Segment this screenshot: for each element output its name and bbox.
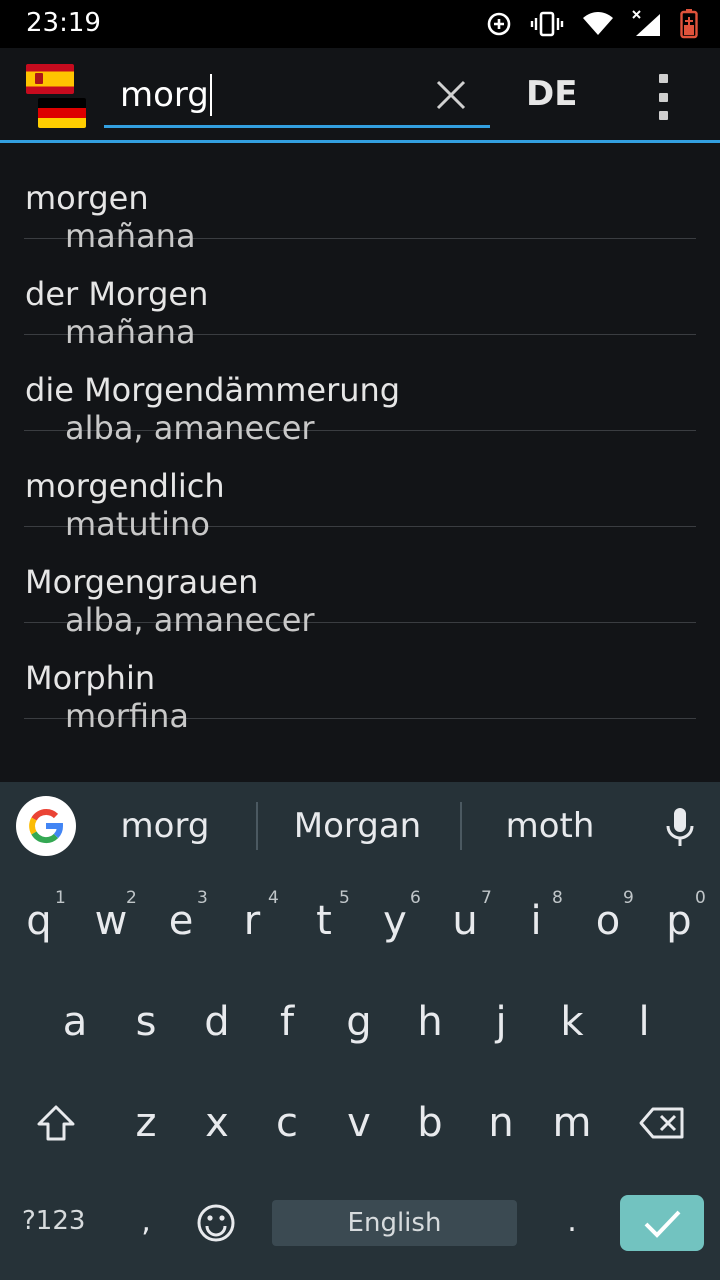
google-logo-icon[interactable]: [16, 796, 76, 856]
key-o[interactable]: o: [572, 872, 644, 970]
backspace-icon: [639, 1107, 684, 1139]
key-k[interactable]: k: [536, 973, 608, 1071]
key-r[interactable]: r: [216, 872, 288, 970]
key-hint: 5: [339, 888, 350, 908]
backspace-key[interactable]: [626, 1074, 698, 1172]
key-x[interactable]: x: [181, 1074, 253, 1172]
key-j[interactable]: j: [465, 973, 537, 1071]
key-z[interactable]: z: [110, 1074, 182, 1172]
key-hint: 7: [481, 888, 492, 908]
key-n[interactable]: n: [465, 1074, 537, 1172]
search-query: morg: [120, 75, 209, 115]
key-u[interactable]: u: [429, 872, 501, 970]
on-screen-keyboard: q w e r t y u i o p 1 2 3 4 5 6 7 8 9 0 …: [0, 872, 720, 1280]
key-i[interactable]: i: [500, 872, 572, 970]
key-m[interactable]: m: [536, 1074, 608, 1172]
list-item[interactable]: morgendlich matutino: [24, 431, 696, 543]
list-item[interactable]: Morphin morfina: [24, 623, 696, 735]
clear-search-icon[interactable]: [434, 78, 468, 112]
battery-charging-icon: [680, 9, 698, 39]
key-p[interactable]: p: [643, 872, 715, 970]
space-bar[interactable]: English: [272, 1200, 517, 1246]
suggestion-1[interactable]: morg: [100, 806, 230, 846]
period-key[interactable]: .: [536, 1172, 608, 1270]
key-a[interactable]: a: [39, 973, 111, 1071]
suggestion-divider: [460, 802, 462, 850]
list-item[interactable]: der Morgen mañana: [24, 239, 696, 351]
enter-key[interactable]: [620, 1195, 704, 1251]
key-s[interactable]: s: [110, 973, 182, 1071]
emoji-key[interactable]: [180, 1174, 252, 1272]
list-item[interactable]: Morgengrauen alba, amanecer: [24, 527, 696, 639]
key-d[interactable]: d: [181, 973, 253, 1071]
key-hint: 1: [55, 888, 66, 908]
suggestion-2[interactable]: Morgan: [270, 806, 445, 846]
key-hint: 4: [268, 888, 279, 908]
status-time: 23:19: [26, 8, 101, 38]
language-direction-button[interactable]: DE: [526, 74, 577, 114]
result-term: Morphin: [25, 659, 156, 697]
key-w[interactable]: w: [75, 872, 147, 970]
key-y[interactable]: y: [359, 872, 431, 970]
key-f[interactable]: f: [251, 973, 323, 1071]
result-term: morgen: [25, 179, 149, 217]
cell-signal-icon: [632, 10, 660, 36]
key-b[interactable]: b: [394, 1074, 466, 1172]
results-list[interactable]: morgen mañana der Morgen mañana die Morg…: [0, 143, 720, 783]
key-hint: 6: [410, 888, 421, 908]
checkmark-icon: [644, 1210, 681, 1238]
list-item[interactable]: morgen mañana: [24, 143, 696, 255]
key-v[interactable]: v: [323, 1074, 395, 1172]
status-bar: 23:19: [0, 0, 720, 48]
shift-icon: [37, 1105, 75, 1141]
search-input[interactable]: morg: [120, 74, 212, 116]
wifi-icon: [583, 12, 613, 35]
key-g[interactable]: g: [323, 973, 395, 1071]
spain-flag-icon: [26, 64, 74, 94]
result-term: die Morgendämmerung: [25, 371, 401, 409]
key-t[interactable]: t: [288, 872, 360, 970]
key-c[interactable]: c: [251, 1074, 323, 1172]
list-item[interactable]: die Morgendämmerung alba, amanecer: [24, 335, 696, 447]
symbols-key[interactable]: ?123: [22, 1206, 85, 1236]
search-field[interactable]: morg: [104, 60, 490, 128]
key-hint: 0: [695, 888, 706, 908]
vibrate-icon: [530, 11, 564, 37]
result-term: der Morgen: [25, 275, 209, 313]
comma-key[interactable]: ,: [110, 1172, 182, 1270]
result-term: Morgengrauen: [25, 563, 259, 601]
result-translation: morfina: [65, 697, 189, 735]
key-l[interactable]: l: [608, 973, 680, 1071]
key-hint: 9: [623, 888, 634, 908]
text-cursor: [209, 74, 212, 116]
key-e[interactable]: e: [145, 872, 217, 970]
germany-flag-icon: [38, 98, 86, 128]
suggestion-strip: morg Morgan moth: [0, 782, 720, 872]
shift-key[interactable]: [20, 1074, 92, 1172]
key-hint: 2: [126, 888, 137, 908]
overflow-menu-icon[interactable]: [654, 74, 672, 120]
key-hint: 8: [552, 888, 563, 908]
suggestion-divider: [256, 802, 258, 850]
data-saver-icon: [487, 12, 511, 36]
result-term: morgendlich: [25, 467, 225, 505]
microphone-icon[interactable]: [664, 806, 696, 848]
key-h[interactable]: h: [394, 973, 466, 1071]
key-hint: 3: [197, 888, 208, 908]
suggestion-3[interactable]: moth: [480, 806, 620, 846]
key-q[interactable]: q: [3, 872, 75, 970]
emoji-icon: [197, 1204, 235, 1242]
language-pair-button[interactable]: [26, 64, 86, 130]
